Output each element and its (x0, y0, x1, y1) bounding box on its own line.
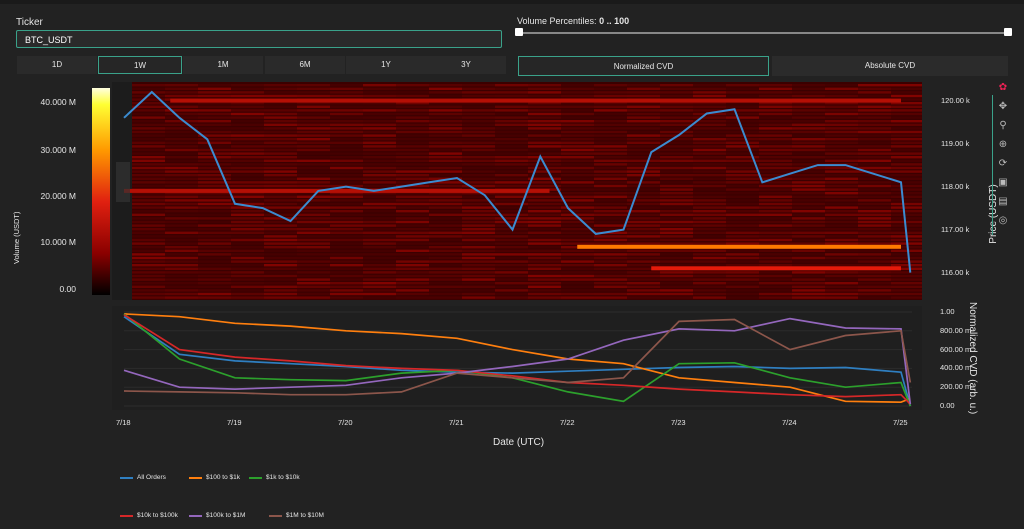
cvd-line-chart[interactable] (112, 306, 922, 410)
legend-swatch (269, 514, 282, 517)
price-tick: 120.00 k (941, 95, 970, 105)
date-tick: 7/20 (338, 418, 353, 427)
date-tick: 7/21 (449, 418, 464, 427)
cvd-axis-title: Normalized CVD (arb. u.) (967, 302, 978, 415)
ticker-label: Ticker (16, 17, 43, 28)
pan-icon[interactable]: ✥ (997, 101, 1009, 113)
date-tick: 7/25 (893, 418, 908, 427)
heat-band (651, 266, 901, 271)
legend-item[interactable]: $100k to $1M (189, 512, 245, 519)
zoom-in-icon[interactable]: ⊕ (997, 139, 1009, 151)
zoom-icon[interactable]: ⚲ (997, 120, 1009, 132)
timeframe-1d-button[interactable]: 1D (17, 56, 97, 74)
legend-swatch (120, 476, 133, 479)
legend-label: $100k to $1M (206, 512, 246, 519)
legend-label: $1M to $10M (286, 512, 324, 519)
top-strip (0, 0, 1024, 4)
legend-label: $100 to $1k (206, 474, 240, 481)
plotly-logo-icon[interactable]: ✿ (997, 82, 1009, 94)
colorbar-tick: 30.000 M (40, 145, 76, 155)
download-icon[interactable]: ▣ (997, 177, 1009, 189)
absolute-cvd-button[interactable]: Absolute CVD (772, 56, 1008, 76)
legend-item[interactable]: $100 to $1k (189, 474, 240, 481)
cvd-tick: 1.00 (940, 307, 955, 316)
legend-item[interactable]: $10k to $100k (120, 512, 178, 519)
timeframe-6m-button[interactable]: 6M (265, 56, 345, 74)
heat-band (170, 98, 901, 103)
volume-percentiles-value: 0 .. 100 (599, 16, 630, 26)
normalized-cvd-button[interactable]: Normalized CVD (518, 56, 769, 76)
ticker-input[interactable]: BTC_USDT (16, 30, 502, 48)
legend-swatch (120, 514, 133, 517)
slider-min-handle[interactable] (515, 28, 523, 36)
colorbar-tick: 40.000 M (40, 97, 76, 107)
colorbar-tick: 0.00 (59, 284, 76, 294)
heat-band (124, 188, 550, 193)
legend-label: $10k to $100k (137, 512, 178, 519)
volume-colorbar (92, 88, 110, 295)
timeframe-1w-button[interactable]: 1W (98, 56, 182, 74)
legend-label: All Orders (137, 474, 166, 481)
date-tick: 7/23 (671, 418, 686, 427)
legend-swatch (249, 476, 262, 479)
date-tick: 7/24 (782, 418, 797, 427)
volume-percentiles-label: Volume Percentiles: 0 .. 100 (517, 16, 629, 26)
price-heatmap-chart[interactable] (112, 82, 922, 300)
date-tick: 7/18 (116, 418, 131, 427)
date-axis-title: Date (UTC) (493, 437, 545, 448)
date-tick: 7/22 (560, 418, 575, 427)
toolbar-divider (992, 95, 993, 235)
colorbar-tick: 20.000 M (40, 191, 76, 201)
legend-item[interactable]: All Orders (120, 474, 166, 481)
price-axis-title: Price (USDT) (988, 184, 999, 244)
legend-label: $1k to $10k (266, 474, 300, 481)
legend-item[interactable]: $1k to $10k (249, 474, 300, 481)
reset-icon[interactable]: ⟳ (997, 158, 1009, 170)
legend-item[interactable]: $1M to $10M (269, 512, 324, 519)
volume-percentiles-slider[interactable] (519, 32, 1009, 34)
timeframe-1y-button[interactable]: 1Y (346, 56, 426, 74)
volume-percentiles-title: Volume Percentiles: (517, 16, 597, 26)
timeframe-1m-button[interactable]: 1M (183, 56, 263, 74)
price-tick: 119.00 k (941, 138, 970, 148)
timeframe-3y-button[interactable]: 3Y (426, 56, 506, 74)
price-tick: 117.00 k (941, 224, 970, 234)
cvd-tick: 0.00 (940, 401, 955, 410)
autoscale-icon[interactable]: ◎ (997, 215, 1009, 227)
price-tick: 118.00 k (941, 181, 970, 191)
slider-max-handle[interactable] (1004, 28, 1012, 36)
colorbar-tick: 10.000 M (40, 237, 76, 247)
comment-icon[interactable]: ▤ (997, 196, 1009, 208)
price-tick: 116.00 k (941, 267, 970, 277)
legend-swatch (189, 476, 202, 479)
colorbar-title: Volume (USDT) (12, 211, 21, 264)
legend-swatch (189, 514, 202, 517)
date-tick: 7/19 (227, 418, 242, 427)
heat-band (577, 244, 901, 249)
